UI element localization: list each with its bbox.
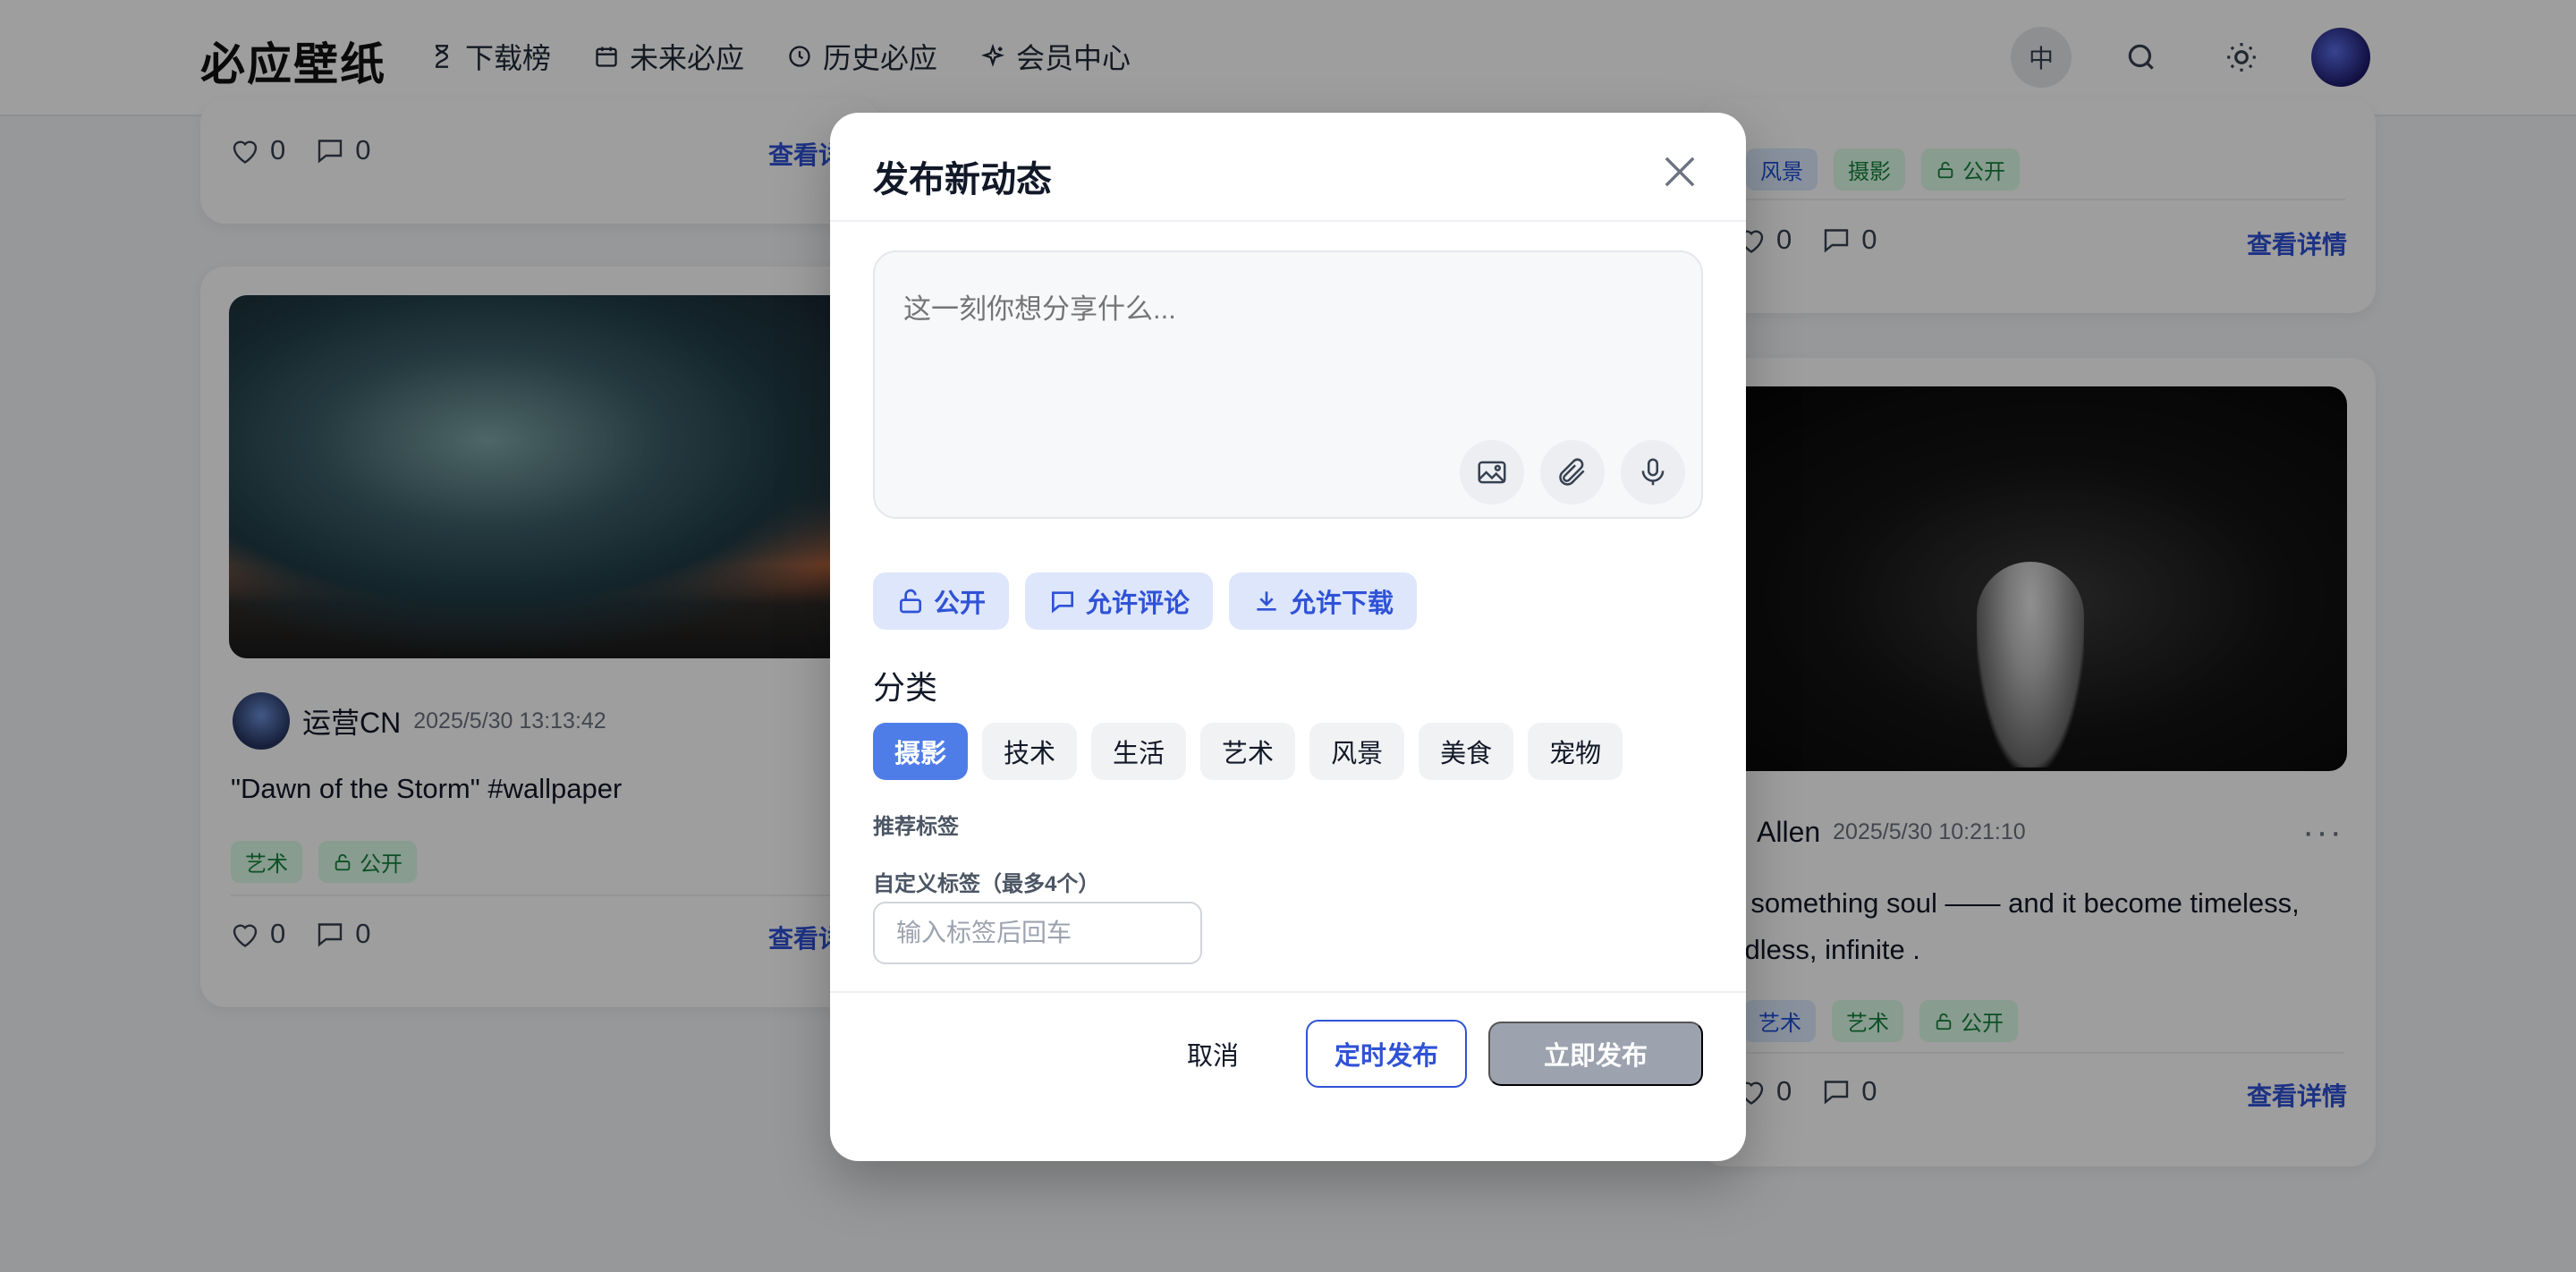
category-chip-landscape[interactable]: 风景 (1309, 723, 1405, 780)
post-content-input[interactable] (903, 286, 1673, 429)
option-label: 公开 (934, 589, 987, 618)
allow-download-toggle[interactable]: 允许下载 (1229, 572, 1418, 630)
category-chip-tech[interactable]: 技术 (982, 723, 1078, 780)
dialog-divider (830, 991, 1746, 993)
category-chip-pets[interactable]: 宠物 (1528, 723, 1623, 780)
category-chips: 摄影 技术 生活 艺术 风景 美食 宠物 (873, 723, 1623, 780)
close-button[interactable] (1657, 148, 1703, 195)
post-options: 公开 允许评论 允许下载 (873, 572, 1418, 630)
category-chip-art[interactable]: 艺术 (1200, 723, 1296, 780)
post-composer (873, 250, 1703, 519)
attach-file-button[interactable] (1540, 440, 1605, 505)
publish-now-button[interactable]: 立即发布 (1488, 1022, 1703, 1086)
schedule-publish-button[interactable]: 定时发布 (1306, 1020, 1467, 1088)
category-chip-food[interactable]: 美食 (1419, 723, 1514, 780)
unlock-icon (900, 589, 921, 614)
dialog-title: 发布新动态 (873, 160, 1052, 199)
custom-tag-input[interactable] (873, 902, 1202, 964)
category-section-label: 分类 (873, 669, 938, 706)
category-chip-life[interactable]: 生活 (1091, 723, 1187, 780)
image-icon (1478, 461, 1506, 484)
download-icon (1257, 591, 1276, 611)
category-chip-photography[interactable]: 摄影 (873, 723, 969, 780)
option-label: 允许评论 (1086, 589, 1191, 618)
cancel-button[interactable]: 取消 (1141, 1020, 1284, 1088)
option-label: 允许下载 (1290, 589, 1394, 618)
dialog-actions: 取消 定时发布 立即发布 (1141, 1020, 1703, 1088)
allow-comments-toggle[interactable]: 允许评论 (1025, 572, 1214, 630)
custom-tags-label: 自定义标签（最多4个） (873, 872, 1100, 896)
microphone-icon (1641, 458, 1665, 486)
close-icon (1665, 157, 1695, 187)
visibility-public-toggle[interactable]: 公开 (873, 572, 1010, 630)
paperclip-icon (1559, 458, 1585, 486)
recommended-tags-label: 推荐标签 (873, 815, 959, 839)
new-post-dialog: 发布新动态 公开 允许评论 允许下载 (830, 113, 1746, 1161)
voice-record-button[interactable] (1621, 440, 1685, 505)
add-image-button[interactable] (1460, 440, 1524, 505)
composer-toolbar (1460, 440, 1685, 505)
dialog-divider (830, 220, 1746, 222)
comment-icon (1052, 591, 1074, 614)
